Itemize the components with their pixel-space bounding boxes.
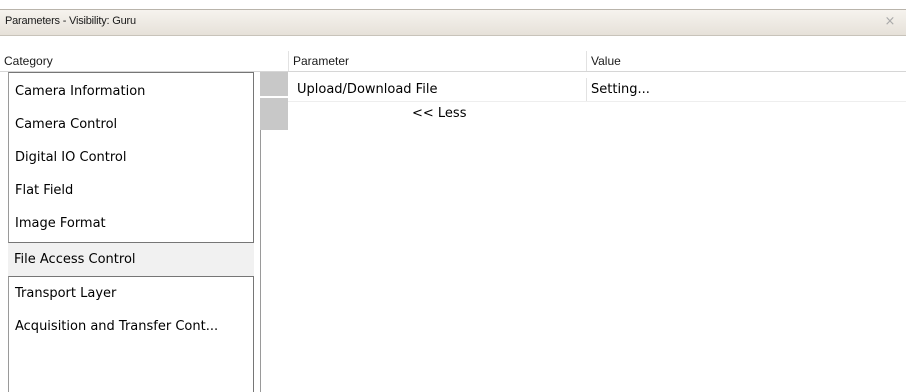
category-column-header[interactable]: Category	[0, 51, 288, 71]
parameters-window: Parameters - Visibility: Guru × Category…	[0, 0, 906, 392]
row-header[interactable]	[260, 72, 288, 130]
parameter-name-cell[interactable]: Upload/Download File	[297, 78, 587, 102]
close-icon[interactable]: ×	[882, 14, 898, 30]
category-item-digital-io-control[interactable]: Digital IO Control	[15, 141, 126, 174]
value-column-header[interactable]: Value	[586, 51, 906, 71]
category-item-transport-layer[interactable]: Transport Layer	[15, 277, 116, 310]
category-item-acquisition-and-transfer-control[interactable]: Acquisition and Transfer Cont...	[15, 310, 218, 343]
category-list: Camera Information Camera Control Digita…	[0, 72, 260, 392]
category-item-image-format[interactable]: Image Format	[15, 207, 106, 240]
category-item-file-access-control[interactable]: File Access Control	[8, 243, 254, 276]
category-item-camera-information[interactable]: Camera Information	[15, 75, 145, 108]
column-header-row: Category Parameter Value	[0, 51, 906, 72]
parameter-column-header[interactable]: Parameter	[288, 51, 586, 71]
category-item-flat-field[interactable]: Flat Field	[15, 174, 73, 207]
window-title: Parameters - Visibility: Guru	[5, 15, 136, 27]
parameter-value-cell[interactable]: Setting...	[591, 78, 906, 102]
cell-divider	[586, 78, 587, 102]
row-divider	[288, 101, 906, 102]
category-item-camera-control[interactable]: Camera Control	[15, 108, 117, 141]
parameter-grid: Upload/Download File Setting... << Less	[260, 72, 906, 392]
row-header-divider	[260, 96, 288, 98]
window-titlebar: Parameters - Visibility: Guru ×	[0, 9, 906, 36]
less-toggle-link[interactable]: << Less	[412, 106, 466, 121]
category-group-upper: Camera Information Camera Control Digita…	[8, 72, 254, 243]
category-group-lower: Transport Layer Acquisition and Transfer…	[8, 276, 254, 392]
